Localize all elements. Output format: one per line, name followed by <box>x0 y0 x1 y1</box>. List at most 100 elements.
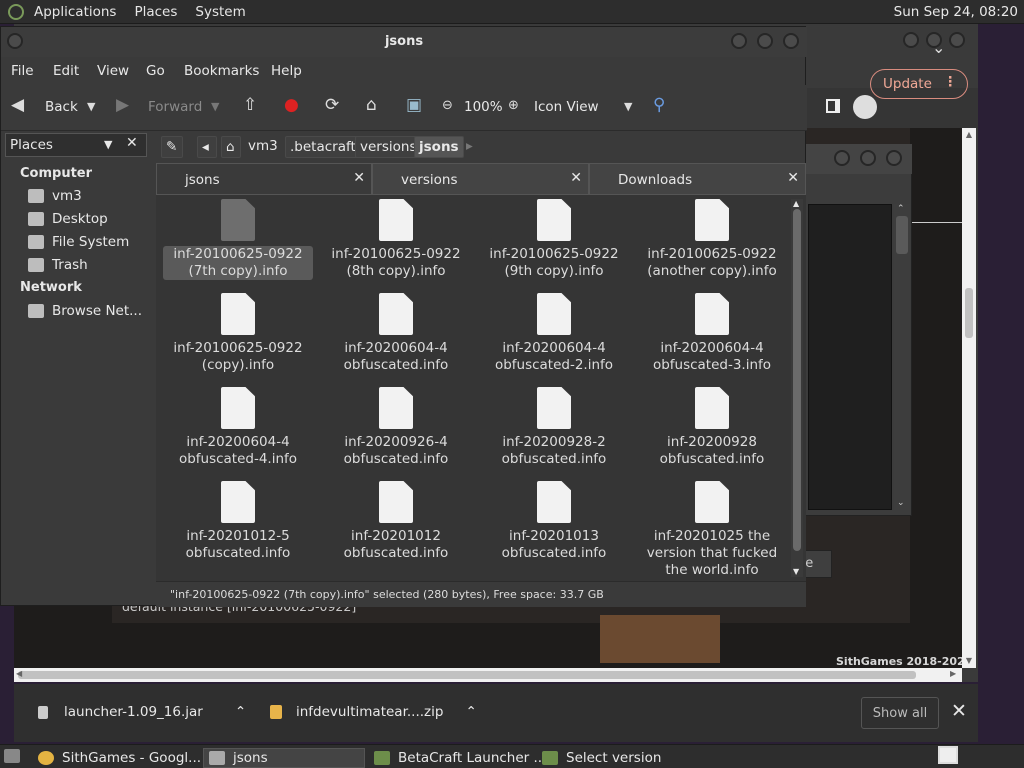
file-item[interactable]: inf-20200604-4 obfuscated-3.info <box>637 293 787 374</box>
scroll-left-icon[interactable]: ◀ <box>16 669 22 678</box>
bc-maximize-button[interactable] <box>860 150 876 166</box>
chevron-down-icon[interactable]: ⌄ <box>932 38 945 57</box>
update-button[interactable]: Update ⋮ <box>870 69 968 99</box>
menu-go[interactable]: Go <box>146 63 165 79</box>
back-arrow-icon[interactable]: ◀ <box>11 95 24 115</box>
home-icon[interactable]: ⌂ <box>366 95 377 115</box>
file-item[interactable]: inf-20100625-0922 (7th copy).info <box>163 199 313 280</box>
file-item[interactable]: inf-20100625-0922 (9th copy).info <box>479 199 629 280</box>
download-item-jar[interactable]: launcher-1.09_16.jar ⌃ <box>38 704 246 720</box>
edit-location-icon[interactable]: ✎ <box>161 136 183 158</box>
file-item[interactable]: inf-20100625-0922 (8th copy).info <box>321 199 471 280</box>
close-tab-icon[interactable]: ✕ <box>787 170 799 186</box>
menu-file[interactable]: File <box>11 63 34 79</box>
taskbar-item-betacraft[interactable]: BetaCraft Launcher ... <box>374 748 546 768</box>
profile-avatar-icon[interactable] <box>853 95 877 119</box>
scroll-up-icon[interactable]: ▲ <box>793 199 799 208</box>
view-mode-chevron-icon[interactable]: ▼ <box>624 100 632 113</box>
icon-view[interactable]: inf-20100625-0922 (7th copy).info inf-2010… <box>156 195 806 605</box>
file-item[interactable]: inf-20201012 obfuscated.info <box>321 481 471 562</box>
taskbar-item-jsons[interactable]: jsons <box>203 748 365 768</box>
breadcrumb-versions[interactable]: versions <box>355 136 422 158</box>
file-item[interactable]: inf-20201013 obfuscated.info <box>479 481 629 562</box>
taskbar-item-browser[interactable]: SithGames - Googl... <box>38 748 201 768</box>
back-history-chevron-icon[interactable]: ▼ <box>87 100 95 113</box>
browser-minimize-button[interactable] <box>903 32 919 48</box>
zoom-out-icon[interactable]: ⊖ <box>442 98 453 113</box>
maximize-button[interactable] <box>757 33 773 49</box>
breadcrumb-betacraft[interactable]: .betacraft <box>285 136 361 158</box>
file-item[interactable]: inf-20200604-4 obfuscated-4.info <box>163 387 313 468</box>
show-all-button[interactable]: Show all <box>861 697 939 729</box>
taskbar-item-select-version[interactable]: Select version <box>542 748 661 768</box>
close-downloads-icon[interactable]: ✕ <box>951 700 967 722</box>
menu-edit[interactable]: Edit <box>53 63 79 79</box>
applications-menu[interactable]: Applications <box>34 4 116 20</box>
bc-close-button[interactable] <box>886 150 902 166</box>
tab-jsons[interactable]: jsons ✕ <box>156 163 372 195</box>
computer-icon[interactable]: ▣ <box>406 95 422 115</box>
sidebar-item-browse-network[interactable]: Browse Net... <box>28 303 142 319</box>
sidebar-item-trash[interactable]: Trash <box>28 257 88 273</box>
scroll-down-icon[interactable]: ⌄ <box>897 498 905 508</box>
chevron-up-icon[interactable]: ⌃ <box>235 704 246 720</box>
side-panel-icon[interactable] <box>826 99 840 113</box>
file-item[interactable]: inf-20100625-0922 (copy).info <box>163 293 313 374</box>
menu-view[interactable]: View <box>97 63 129 79</box>
breadcrumb-left-icon[interactable]: ◂ <box>197 136 217 158</box>
page-scroll-thumb[interactable] <box>965 288 973 338</box>
search-icon[interactable]: ⚲ <box>653 95 665 115</box>
page-scrollbar[interactable] <box>962 128 976 668</box>
scroll-down-icon[interactable]: ▼ <box>962 656 976 665</box>
scroll-up-icon[interactable]: ▲ <box>962 130 976 139</box>
file-item[interactable]: inf-20200928-2 obfuscated.info <box>479 387 629 468</box>
horizontal-scroll-thumb[interactable] <box>18 671 916 679</box>
file-item[interactable]: inf-20200604-4 obfuscated-2.info <box>479 293 629 374</box>
file-item[interactable]: inf-20201025 the version that fucked the w… <box>637 481 787 579</box>
file-item[interactable]: inf-20100625-0922 (another copy).info <box>637 199 787 280</box>
scroll-up-icon[interactable]: ⌃ <box>897 204 905 214</box>
breadcrumb-right-icon[interactable]: ▸ <box>462 136 477 158</box>
tab-downloads[interactable]: Downloads ✕ <box>589 163 806 195</box>
file-item[interactable]: inf-20200928 obfuscated.info <box>637 387 787 468</box>
zoom-in-icon[interactable]: ⊕ <box>508 98 519 113</box>
menu-help[interactable]: Help <box>271 63 302 79</box>
version-list[interactable] <box>808 204 892 510</box>
distro-logo-icon[interactable] <box>8 3 24 20</box>
workspace-switcher[interactable] <box>938 746 958 764</box>
minimize-button[interactable] <box>731 33 747 49</box>
forward-button[interactable]: Forward <box>148 99 202 115</box>
scroll-right-icon[interactable]: ▶ <box>950 669 956 678</box>
file-item[interactable]: inf-20200926-4 obfuscated.info <box>321 387 471 468</box>
system-menu[interactable]: System <box>195 4 245 20</box>
stop-icon[interactable]: ● <box>284 95 299 115</box>
sidebar-item-vm3[interactable]: vm3 <box>28 188 82 204</box>
breadcrumb-jsons[interactable]: jsons <box>414 136 464 158</box>
tab-versions[interactable]: versions ✕ <box>372 163 589 195</box>
file-item[interactable]: inf-20201012-5 obfuscated.info <box>163 481 313 562</box>
more-vert-icon[interactable]: ⋮ <box>944 74 958 90</box>
icon-view-scroll-thumb[interactable] <box>793 209 801 551</box>
places-menu[interactable]: Places <box>134 4 177 20</box>
close-button[interactable] <box>783 33 799 49</box>
reload-icon[interactable]: ⟳ <box>325 95 339 115</box>
close-sidebar-icon[interactable]: ✕ <box>126 135 138 151</box>
sidebar-item-file-system[interactable]: File System <box>28 234 129 250</box>
back-button[interactable]: Back <box>45 99 78 115</box>
download-item-zip[interactable]: infdevultimatear....zip ⌃ <box>270 704 477 720</box>
file-item[interactable]: inf-20200604-4 obfuscated.info <box>321 293 471 374</box>
clock[interactable]: Sun Sep 24, 08:20 <box>894 4 1018 20</box>
sidebar-item-desktop[interactable]: Desktop <box>28 211 108 227</box>
scroll-down-icon[interactable]: ▼ <box>793 567 799 576</box>
bc-minimize-button[interactable] <box>834 150 850 166</box>
chevron-down-icon[interactable]: ▼ <box>104 138 112 151</box>
version-list-scroll-thumb[interactable] <box>896 216 908 254</box>
view-mode-select[interactable]: Icon View <box>534 99 599 115</box>
close-tab-icon[interactable]: ✕ <box>353 170 365 186</box>
breadcrumb-vm3[interactable]: vm3 <box>244 136 282 158</box>
browser-close-button[interactable] <box>949 32 965 48</box>
menu-bookmarks[interactable]: Bookmarks <box>184 63 259 79</box>
up-arrow-icon[interactable]: ⇧ <box>243 95 257 115</box>
close-tab-icon[interactable]: ✕ <box>570 170 582 186</box>
show-desktop-icon[interactable] <box>4 749 20 763</box>
